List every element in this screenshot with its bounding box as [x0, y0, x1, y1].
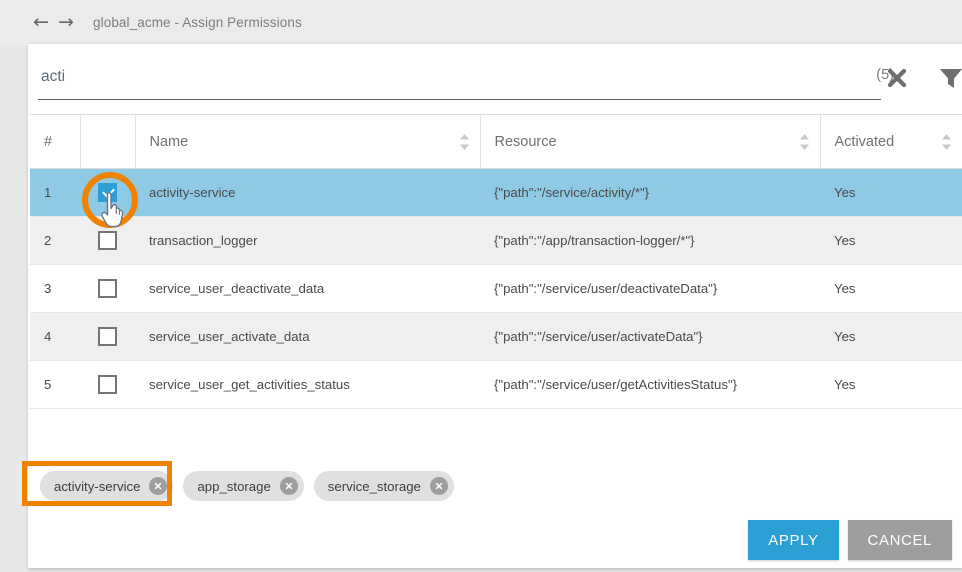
row-name: transaction_logger: [135, 217, 480, 265]
row-resource: {"path":"/service/activity/*"}: [480, 169, 820, 217]
sort-arrows-icon[interactable]: [459, 133, 470, 151]
close-circle-icon[interactable]: [149, 477, 167, 495]
checkbox-unchecked[interactable]: [98, 375, 117, 394]
window-titlebar: ← → global_acme - Assign Permissions: [0, 0, 962, 44]
column-header-resource-label: Resource: [495, 134, 557, 150]
row-select-cell[interactable]: [80, 169, 135, 217]
cancel-button[interactable]: CANCEL: [848, 520, 952, 560]
row-activated: Yes: [820, 313, 962, 361]
table-body: 1 activity-service{"path":"/service/activ…: [30, 169, 962, 409]
permission-chip[interactable]: app_storage: [183, 471, 303, 501]
permission-chip-label: service_storage: [328, 479, 421, 494]
row-select-cell[interactable]: [80, 361, 135, 409]
checkbox-unchecked[interactable]: [98, 327, 117, 346]
row-index: 5: [30, 361, 80, 409]
column-header-name-label: Name: [150, 134, 189, 150]
row-activated: Yes: [820, 169, 962, 217]
search-row: (5): [38, 58, 952, 104]
column-header-select: [80, 115, 135, 169]
table-row[interactable]: 3 service_user_deactivate_data{"path":"/s…: [30, 265, 962, 313]
row-name: service_user_deactivate_data: [135, 265, 480, 313]
column-header-activated-label: Activated: [835, 134, 895, 150]
table-row[interactable]: 1 activity-service{"path":"/service/activ…: [30, 169, 962, 217]
permissions-table: # Name Resource: [30, 114, 962, 409]
row-activated: Yes: [820, 265, 962, 313]
close-circle-icon[interactable]: [430, 477, 448, 495]
row-activated: Yes: [820, 217, 962, 265]
row-index: 4: [30, 313, 80, 361]
arrow-right-icon[interactable]: →: [55, 13, 77, 32]
column-header-name[interactable]: Name: [135, 115, 480, 169]
search-field-wrapper: [38, 58, 881, 100]
row-index: 2: [30, 217, 80, 265]
checkbox-unchecked[interactable]: [98, 231, 117, 250]
column-header-resource[interactable]: Resource: [480, 115, 820, 169]
permission-chip-label: app_storage: [197, 479, 270, 494]
column-header-index-label: #: [44, 134, 52, 150]
dialog-footer-buttons: APPLY CANCEL: [748, 520, 952, 560]
permission-chip[interactable]: activity-service: [40, 471, 173, 501]
sort-arrows-icon[interactable]: [941, 133, 952, 151]
row-name: service_user_get_activities_status: [135, 361, 480, 409]
close-x-icon[interactable]: [882, 63, 912, 93]
row-select-cell[interactable]: [80, 217, 135, 265]
permission-chip[interactable]: service_storage: [314, 471, 454, 501]
selected-permissions-chips: activity-service app_storage service_stora…: [40, 466, 940, 506]
row-index: 3: [30, 265, 80, 313]
checkbox-checked[interactable]: [98, 183, 117, 202]
row-resource: {"path":"/service/user/getActivitiesStat…: [480, 361, 820, 409]
permission-chip-label: activity-service: [54, 479, 140, 494]
table-row[interactable]: 4 service_user_activate_data{"path":"/ser…: [30, 313, 962, 361]
window-title: global_acme - Assign Permissions: [93, 15, 302, 30]
sort-arrows-icon[interactable]: [799, 133, 810, 151]
row-resource: {"path":"/service/user/activateData"}: [480, 313, 820, 361]
row-resource: {"path":"/app/transaction-logger/*"}: [480, 217, 820, 265]
apply-button[interactable]: APPLY: [748, 520, 838, 560]
row-select-cell[interactable]: [80, 265, 135, 313]
table-row[interactable]: 5 service_user_get_activities_status{"pat…: [30, 361, 962, 409]
row-index: 1: [30, 169, 80, 217]
row-name: service_user_activate_data: [135, 313, 480, 361]
table-row[interactable]: 2 transaction_logger{"path":"/app/transac…: [30, 217, 962, 265]
arrow-left-icon[interactable]: ←: [30, 13, 52, 32]
filter-funnel-icon[interactable]: [936, 63, 962, 93]
column-header-activated[interactable]: Activated: [820, 115, 962, 169]
column-header-index: #: [30, 115, 80, 169]
search-input[interactable]: [38, 58, 741, 96]
row-resource: {"path":"/service/user/deactivateData"}: [480, 265, 820, 313]
row-activated: Yes: [820, 361, 962, 409]
row-select-cell[interactable]: [80, 313, 135, 361]
close-circle-icon[interactable]: [280, 477, 298, 495]
checkbox-unchecked[interactable]: [98, 279, 117, 298]
assign-permissions-dialog: (5) #: [28, 44, 962, 568]
table-header-row: # Name Resource: [30, 115, 962, 169]
table-header: # Name Resource: [30, 115, 962, 169]
row-name: activity-service: [135, 169, 480, 217]
